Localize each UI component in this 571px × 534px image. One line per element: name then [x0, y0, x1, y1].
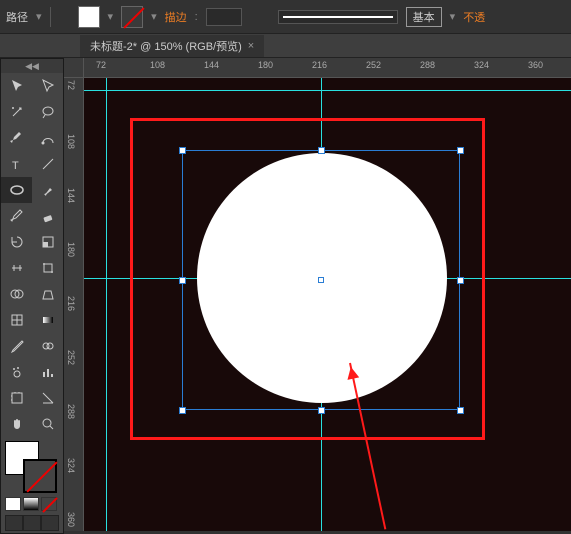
- handle-center[interactable]: [318, 277, 324, 283]
- color-mode-none[interactable]: [41, 497, 57, 511]
- slice-tool[interactable]: [32, 385, 63, 411]
- lasso-tool[interactable]: [32, 99, 63, 125]
- ruler-origin[interactable]: [64, 58, 84, 78]
- paintbrush-tool[interactable]: [32, 177, 63, 203]
- tab-title: 未标题-2* @ 150% (RGB/预览): [90, 38, 242, 54]
- column-graph-tool[interactable]: [32, 359, 63, 385]
- curvature-tool[interactable]: [32, 125, 63, 151]
- handle-s[interactable]: [318, 407, 325, 414]
- ruler-tick: 324: [66, 458, 76, 473]
- ruler-tick: 180: [258, 60, 273, 70]
- stroke-swatch[interactable]: [121, 6, 143, 28]
- mode-label: 路径: [6, 9, 28, 25]
- line-segment-tool[interactable]: [32, 151, 63, 177]
- handle-ne[interactable]: [457, 147, 464, 154]
- color-mode-gradient[interactable]: [23, 497, 39, 511]
- ruler-tick: 144: [66, 188, 76, 203]
- type-tool[interactable]: T: [1, 151, 32, 177]
- ruler-tick: 108: [150, 60, 165, 70]
- color-mode-solid[interactable]: [5, 497, 21, 511]
- selection-tool[interactable]: [1, 73, 32, 99]
- eyedropper-tool[interactable]: [1, 333, 32, 359]
- handle-n[interactable]: [318, 147, 325, 154]
- scale-tool[interactable]: [32, 229, 63, 255]
- handle-se[interactable]: [457, 407, 464, 414]
- screen-mode-present[interactable]: [41, 515, 59, 531]
- panel-collapse-icon[interactable]: ◀◀: [1, 59, 63, 73]
- ruler-tick: 288: [420, 60, 435, 70]
- width-tool[interactable]: [1, 255, 32, 281]
- ruler-tick: 72: [96, 60, 106, 70]
- ruler-tick: 324: [474, 60, 489, 70]
- ruler-tick: 252: [66, 350, 76, 365]
- screen-mode-normal[interactable]: [5, 515, 23, 531]
- ruler-tick: 216: [312, 60, 327, 70]
- guide-vertical[interactable]: [106, 78, 107, 531]
- stroke-profile-label[interactable]: 基本: [406, 7, 442, 27]
- magic-wand-tool[interactable]: [1, 99, 32, 125]
- blend-tool[interactable]: [32, 333, 63, 359]
- stroke-weight-input[interactable]: [206, 8, 242, 26]
- ellipse-tool[interactable]: [1, 177, 32, 203]
- eraser-tool[interactable]: [32, 203, 63, 229]
- artboard-tool[interactable]: [1, 385, 32, 411]
- handle-e[interactable]: [457, 277, 464, 284]
- guide-horizontal[interactable]: [84, 90, 571, 91]
- gradient-tool[interactable]: [32, 307, 63, 333]
- free-transform-tool[interactable]: [32, 255, 63, 281]
- mode-dropdown-icon[interactable]: ▾: [36, 10, 42, 23]
- ruler-tick: 180: [66, 242, 76, 257]
- fill-swatch[interactable]: [78, 6, 100, 28]
- svg-text:T: T: [12, 160, 19, 172]
- screen-mode-full[interactable]: [23, 515, 41, 531]
- ruler-tick: 360: [528, 60, 543, 70]
- direct-select-tool[interactable]: [32, 73, 63, 99]
- ruler-tick: 108: [66, 134, 76, 149]
- stroke-label[interactable]: 描边: [165, 9, 187, 25]
- opacity-label[interactable]: 不透: [463, 9, 485, 25]
- ruler-tick: 252: [366, 60, 381, 70]
- document-tab[interactable]: 未标题-2* @ 150% (RGB/预览) ×: [80, 35, 264, 57]
- ruler-vertical[interactable]: 72 108 144 180 216 252 288 324 360: [64, 78, 84, 531]
- ruler-tick: 72: [66, 80, 76, 90]
- close-icon[interactable]: ×: [248, 40, 254, 52]
- handle-w[interactable]: [179, 277, 186, 284]
- hand-tool[interactable]: [1, 411, 32, 437]
- ruler-tick: 216: [66, 296, 76, 311]
- ruler-horizontal[interactable]: 72 108 144 180 216 252 288 324 360: [84, 58, 571, 78]
- ruler-tick: 360: [66, 512, 76, 527]
- rotate-tool[interactable]: [1, 229, 32, 255]
- ruler-tick: 144: [204, 60, 219, 70]
- pencil-tool[interactable]: [1, 203, 32, 229]
- handle-sw[interactable]: [179, 407, 186, 414]
- stroke-style-dropdown[interactable]: [278, 10, 398, 24]
- stroke-color-swatch[interactable]: [23, 459, 57, 493]
- zoom-tool[interactable]: [32, 411, 63, 437]
- mesh-tool[interactable]: [1, 307, 32, 333]
- handle-nw[interactable]: [179, 147, 186, 154]
- symbol-spray-tool[interactable]: [1, 359, 32, 385]
- ruler-tick: 288: [66, 404, 76, 419]
- perspective-tool[interactable]: [32, 281, 63, 307]
- profile-dropdown-icon[interactable]: ▾: [450, 10, 456, 23]
- shape-builder-tool[interactable]: [1, 281, 32, 307]
- canvas[interactable]: [84, 78, 571, 531]
- stroke-dropdown-icon[interactable]: ▾: [151, 10, 157, 23]
- fill-dropdown-icon[interactable]: ▾: [108, 10, 114, 23]
- pen-tool[interactable]: [1, 125, 32, 151]
- tool-panel: ◀◀ T: [0, 58, 64, 534]
- fill-stroke-stack[interactable]: [1, 437, 63, 495]
